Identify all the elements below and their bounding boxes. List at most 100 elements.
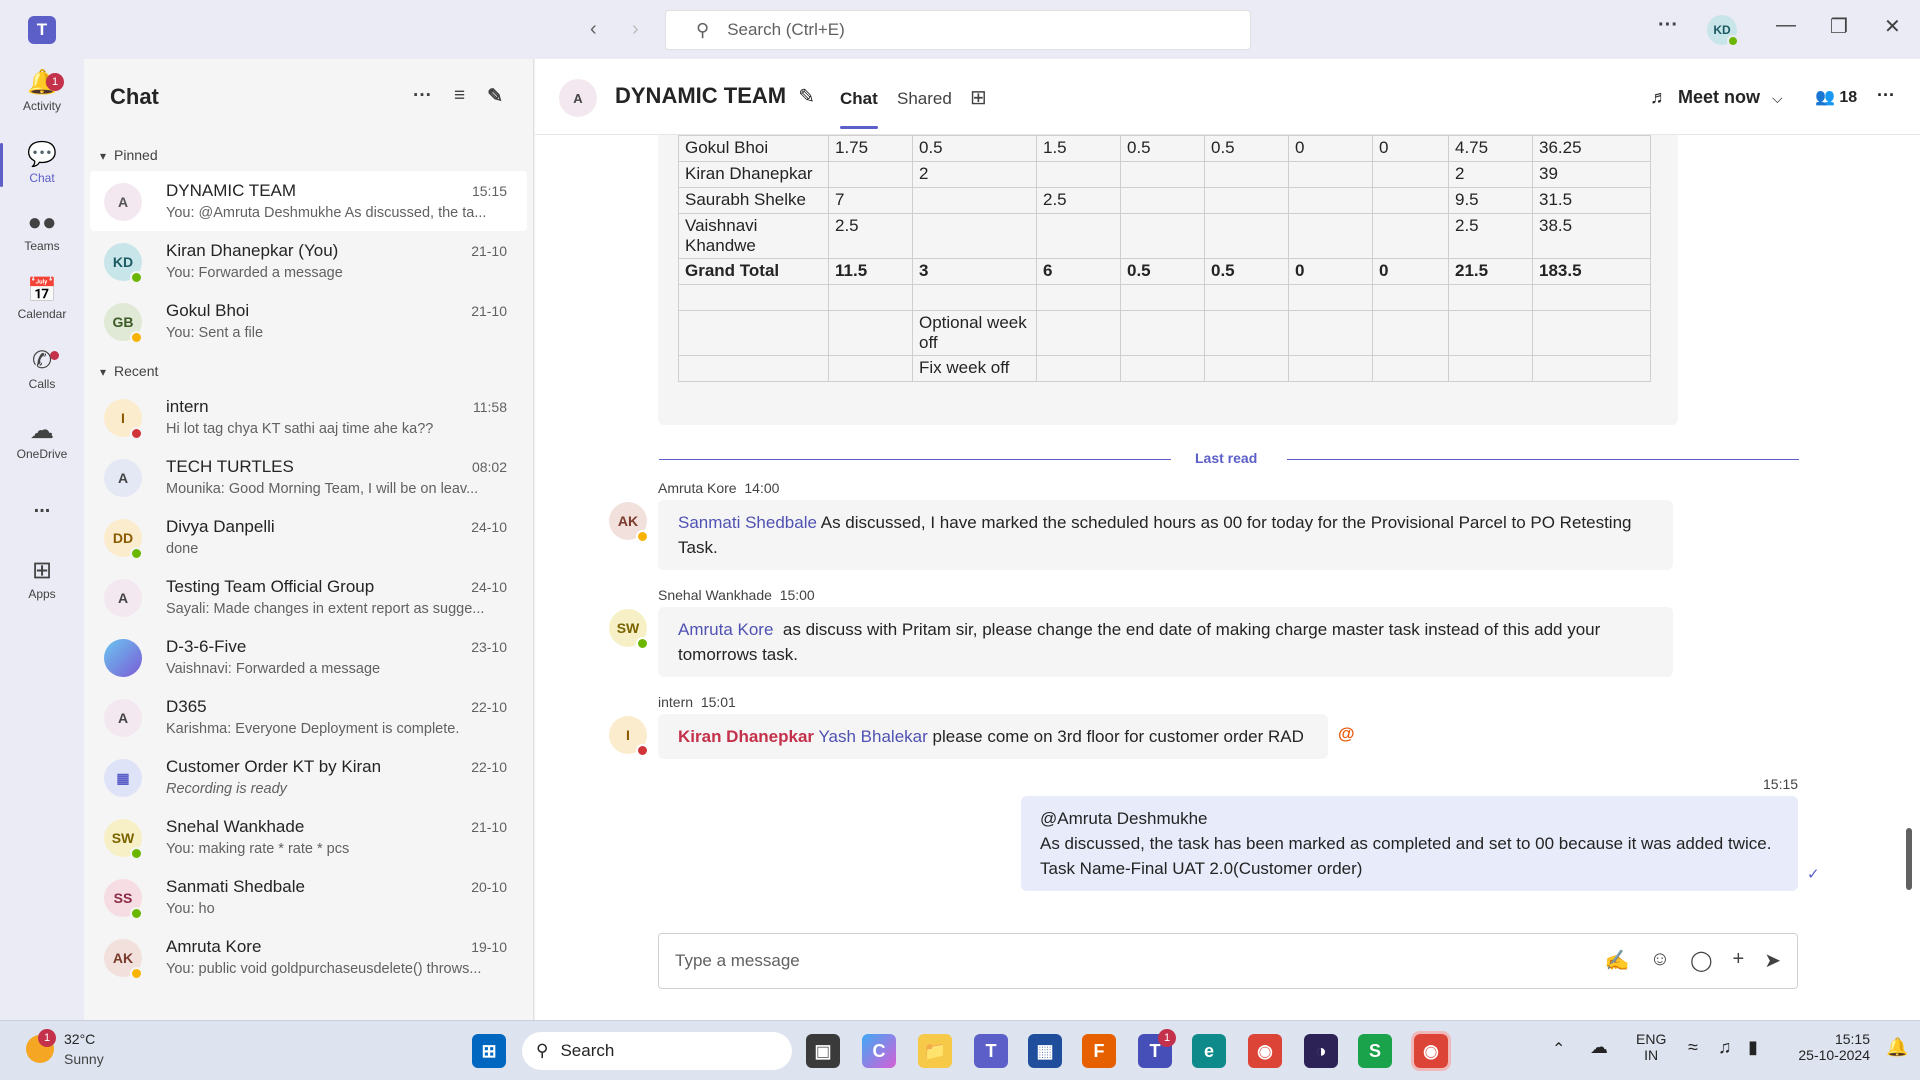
- chat-item-name: Snehal Wankhade: [166, 817, 305, 836]
- language-line: IN: [1644, 1047, 1659, 1063]
- wifi-icon[interactable]: ≈: [1688, 1037, 1698, 1058]
- rail-chat[interactable]: 💬 Chat: [0, 139, 84, 187]
- table-cell: 3: [912, 258, 1037, 285]
- table-cell: 2.5: [1036, 187, 1121, 214]
- mention-link[interactable]: Sanmati Shedbale: [678, 513, 817, 532]
- more-options-icon[interactable]: ···: [413, 85, 432, 108]
- message-bubble[interactable]: Kiran Dhanepkar Yash Bhalekar please com…: [658, 714, 1328, 759]
- message-bubble[interactable]: Sanmati Shedbale As discussed, I have ma…: [658, 500, 1673, 570]
- pinned-section-header[interactable]: Pinned: [84, 135, 533, 171]
- people-icon: 👥: [1815, 89, 1835, 106]
- chat-icon: 💬: [27, 141, 57, 168]
- tab-chat[interactable]: Chat: [840, 89, 878, 129]
- group-avatar: A: [559, 79, 597, 117]
- add-tab-icon[interactable]: ⊞: [970, 85, 987, 110]
- search-input[interactable]: ⚲ Search (Ctrl+E): [665, 10, 1251, 50]
- chat-item-snehal-wankhade[interactable]: SW Snehal Wankhade 21-10 You: making rat…: [90, 807, 527, 867]
- table-row: Fix week off: [678, 355, 1651, 382]
- filter-icon[interactable]: ≡: [454, 85, 465, 108]
- edge-icon[interactable]: e: [1192, 1034, 1226, 1068]
- mention-me-link[interactable]: Kiran Dhanepkar: [678, 727, 814, 746]
- rail-teams[interactable]: ●● Teams: [0, 207, 84, 253]
- chat-item-amruta-kore[interactable]: AK Amruta Kore 19-10 You: public void go…: [90, 927, 527, 987]
- chat-item-time: 23-10: [471, 639, 507, 655]
- mention-link[interactable]: Yash Bhalekar: [818, 727, 927, 746]
- calendar-icon: 📅: [27, 277, 57, 304]
- clock[interactable]: 15:15 25-10-2024: [1782, 1031, 1870, 1063]
- copilot-icon[interactable]: C: [862, 1034, 896, 1068]
- message-compose-box[interactable]: Type a message ✍ ☺ ◯ + ➤: [658, 933, 1798, 989]
- minimize-icon[interactable]: —: [1776, 14, 1796, 37]
- tab-shared[interactable]: Shared: [897, 89, 952, 109]
- recent-section-header[interactable]: Recent: [84, 351, 533, 387]
- format-icon[interactable]: ✍: [1605, 948, 1630, 973]
- chrome-active-icon[interactable]: ◉: [1411, 1031, 1451, 1071]
- teams-app-icon[interactable]: T: [974, 1034, 1008, 1068]
- back-icon[interactable]: ‹: [590, 18, 597, 41]
- chat-item-divya-danpelli[interactable]: DD Divya Danpelli 24-10 done: [90, 507, 527, 567]
- chat-item-intern[interactable]: I intern 11:58 Hi lot tag chya KT sathi …: [90, 387, 527, 447]
- my-message-bubble[interactable]: @Amruta Deshmukhe As discussed, the task…: [1021, 796, 1798, 891]
- rail-apps[interactable]: ⊞ Apps: [0, 555, 84, 601]
- chat-item-sanmati-shedbale[interactable]: SS Sanmati Shedbale 20-10 You: ho: [90, 867, 527, 927]
- rail-calls[interactable]: ✆ Calls: [0, 345, 84, 391]
- chat-item-testing-team[interactable]: A Testing Team Official Group 24-10 Saya…: [90, 567, 527, 627]
- more-options-icon[interactable]: ···: [1877, 85, 1895, 106]
- search-icon: ⚲: [536, 1041, 549, 1060]
- spreadsheet-icon[interactable]: S: [1358, 1034, 1392, 1068]
- file-explorer-icon[interactable]: 📁: [918, 1034, 952, 1068]
- table-cell: [1036, 355, 1121, 382]
- chat-item-customer-order-kt[interactable]: ▦ Customer Order KT by Kiran 22-10 Recor…: [90, 747, 527, 807]
- loop-icon[interactable]: ◯: [1690, 948, 1712, 973]
- network-off-icon[interactable]: ☁: [1590, 1037, 1608, 1058]
- language-indicator[interactable]: ENG IN: [1636, 1031, 1666, 1063]
- chat-item-dynamic-team[interactable]: A DYNAMIC TEAM 15:15 You: @Amruta Deshmu…: [90, 171, 527, 231]
- chevron-down-icon: ⌵: [1772, 90, 1783, 106]
- chat-item-time: 24-10: [471, 519, 507, 535]
- taskbar-search[interactable]: ⚲ Search: [522, 1032, 792, 1070]
- user-avatar[interactable]: KD: [1707, 15, 1739, 47]
- attach-plus-icon[interactable]: +: [1733, 948, 1745, 973]
- forward-icon[interactable]: ›: [632, 18, 639, 41]
- chat-item-d365[interactable]: A D365 22-10 Karishma: Everyone Deployme…: [90, 687, 527, 747]
- eclipse-icon[interactable]: ◑: [1304, 1034, 1338, 1068]
- group-image-avatar: [104, 639, 142, 677]
- chrome-icon[interactable]: ◉: [1248, 1034, 1282, 1068]
- my-message-line: Task Name-Final UAT 2.0(Customer order): [1040, 859, 1363, 878]
- message-text: please come on 3rd floor for customer or…: [932, 727, 1304, 746]
- store-icon[interactable]: ▦: [1028, 1034, 1062, 1068]
- firefox-icon[interactable]: F: [1082, 1034, 1116, 1068]
- message-time: 14:00: [744, 480, 780, 496]
- chat-item-d-3-6-five[interactable]: D-3-6-Five 23-10 Vaishnavi: Forwarded a …: [90, 627, 527, 687]
- table-cell: [678, 310, 829, 356]
- table-cell: [1120, 161, 1205, 188]
- chevron-up-icon[interactable]: ⌃: [1552, 1039, 1565, 1059]
- rail-onedrive[interactable]: ☁ OneDrive: [0, 415, 84, 461]
- notification-bell-icon[interactable]: 🔔: [1886, 1037, 1908, 1058]
- rail-activity[interactable]: 🔔 Activity 1: [0, 67, 84, 113]
- chat-item-tech-turtles[interactable]: A TECH TURTLES 08:02 Mounika: Good Morni…: [90, 447, 527, 507]
- scrollbar-thumb[interactable]: [1906, 828, 1912, 890]
- emoji-icon[interactable]: ☺: [1650, 948, 1670, 973]
- new-chat-icon[interactable]: ✎: [487, 85, 503, 108]
- rail-calendar[interactable]: 📅 Calendar: [0, 275, 84, 321]
- chat-item-kiran-dhanepkar[interactable]: KD Kiran Dhanepkar (You) 21-10 You: Forw…: [90, 231, 527, 291]
- volume-icon[interactable]: ♫: [1718, 1037, 1732, 1058]
- table-cell: 36.25: [1532, 135, 1651, 162]
- chat-item-gokul-bhoi[interactable]: GB Gokul Bhoi 21-10 You: Sent a file: [90, 291, 527, 351]
- table-cell: 2.5: [828, 213, 913, 259]
- send-icon[interactable]: ➤: [1764, 948, 1781, 973]
- message-bubble[interactable]: Amruta Kore as discuss with Pritam sir, …: [658, 607, 1673, 677]
- restore-icon[interactable]: ❐: [1830, 14, 1848, 39]
- battery-icon[interactable]: ▮: [1748, 1037, 1758, 1058]
- meet-now-button[interactable]: ♬ Meet now ⌵: [1650, 87, 1783, 108]
- task-view-icon[interactable]: ▣: [806, 1034, 840, 1068]
- more-options-icon[interactable]: ···: [1658, 14, 1678, 37]
- rail-teams-label: Teams: [24, 239, 60, 253]
- participants-button[interactable]: 👥 18: [1815, 87, 1857, 107]
- rail-more[interactable]: ...: [0, 495, 84, 518]
- edit-pencil-icon[interactable]: ✎: [798, 86, 815, 108]
- mention-link[interactable]: Amruta Kore: [678, 620, 773, 639]
- windows-start-icon[interactable]: ⊞: [472, 1034, 506, 1068]
- close-icon[interactable]: ✕: [1884, 14, 1901, 39]
